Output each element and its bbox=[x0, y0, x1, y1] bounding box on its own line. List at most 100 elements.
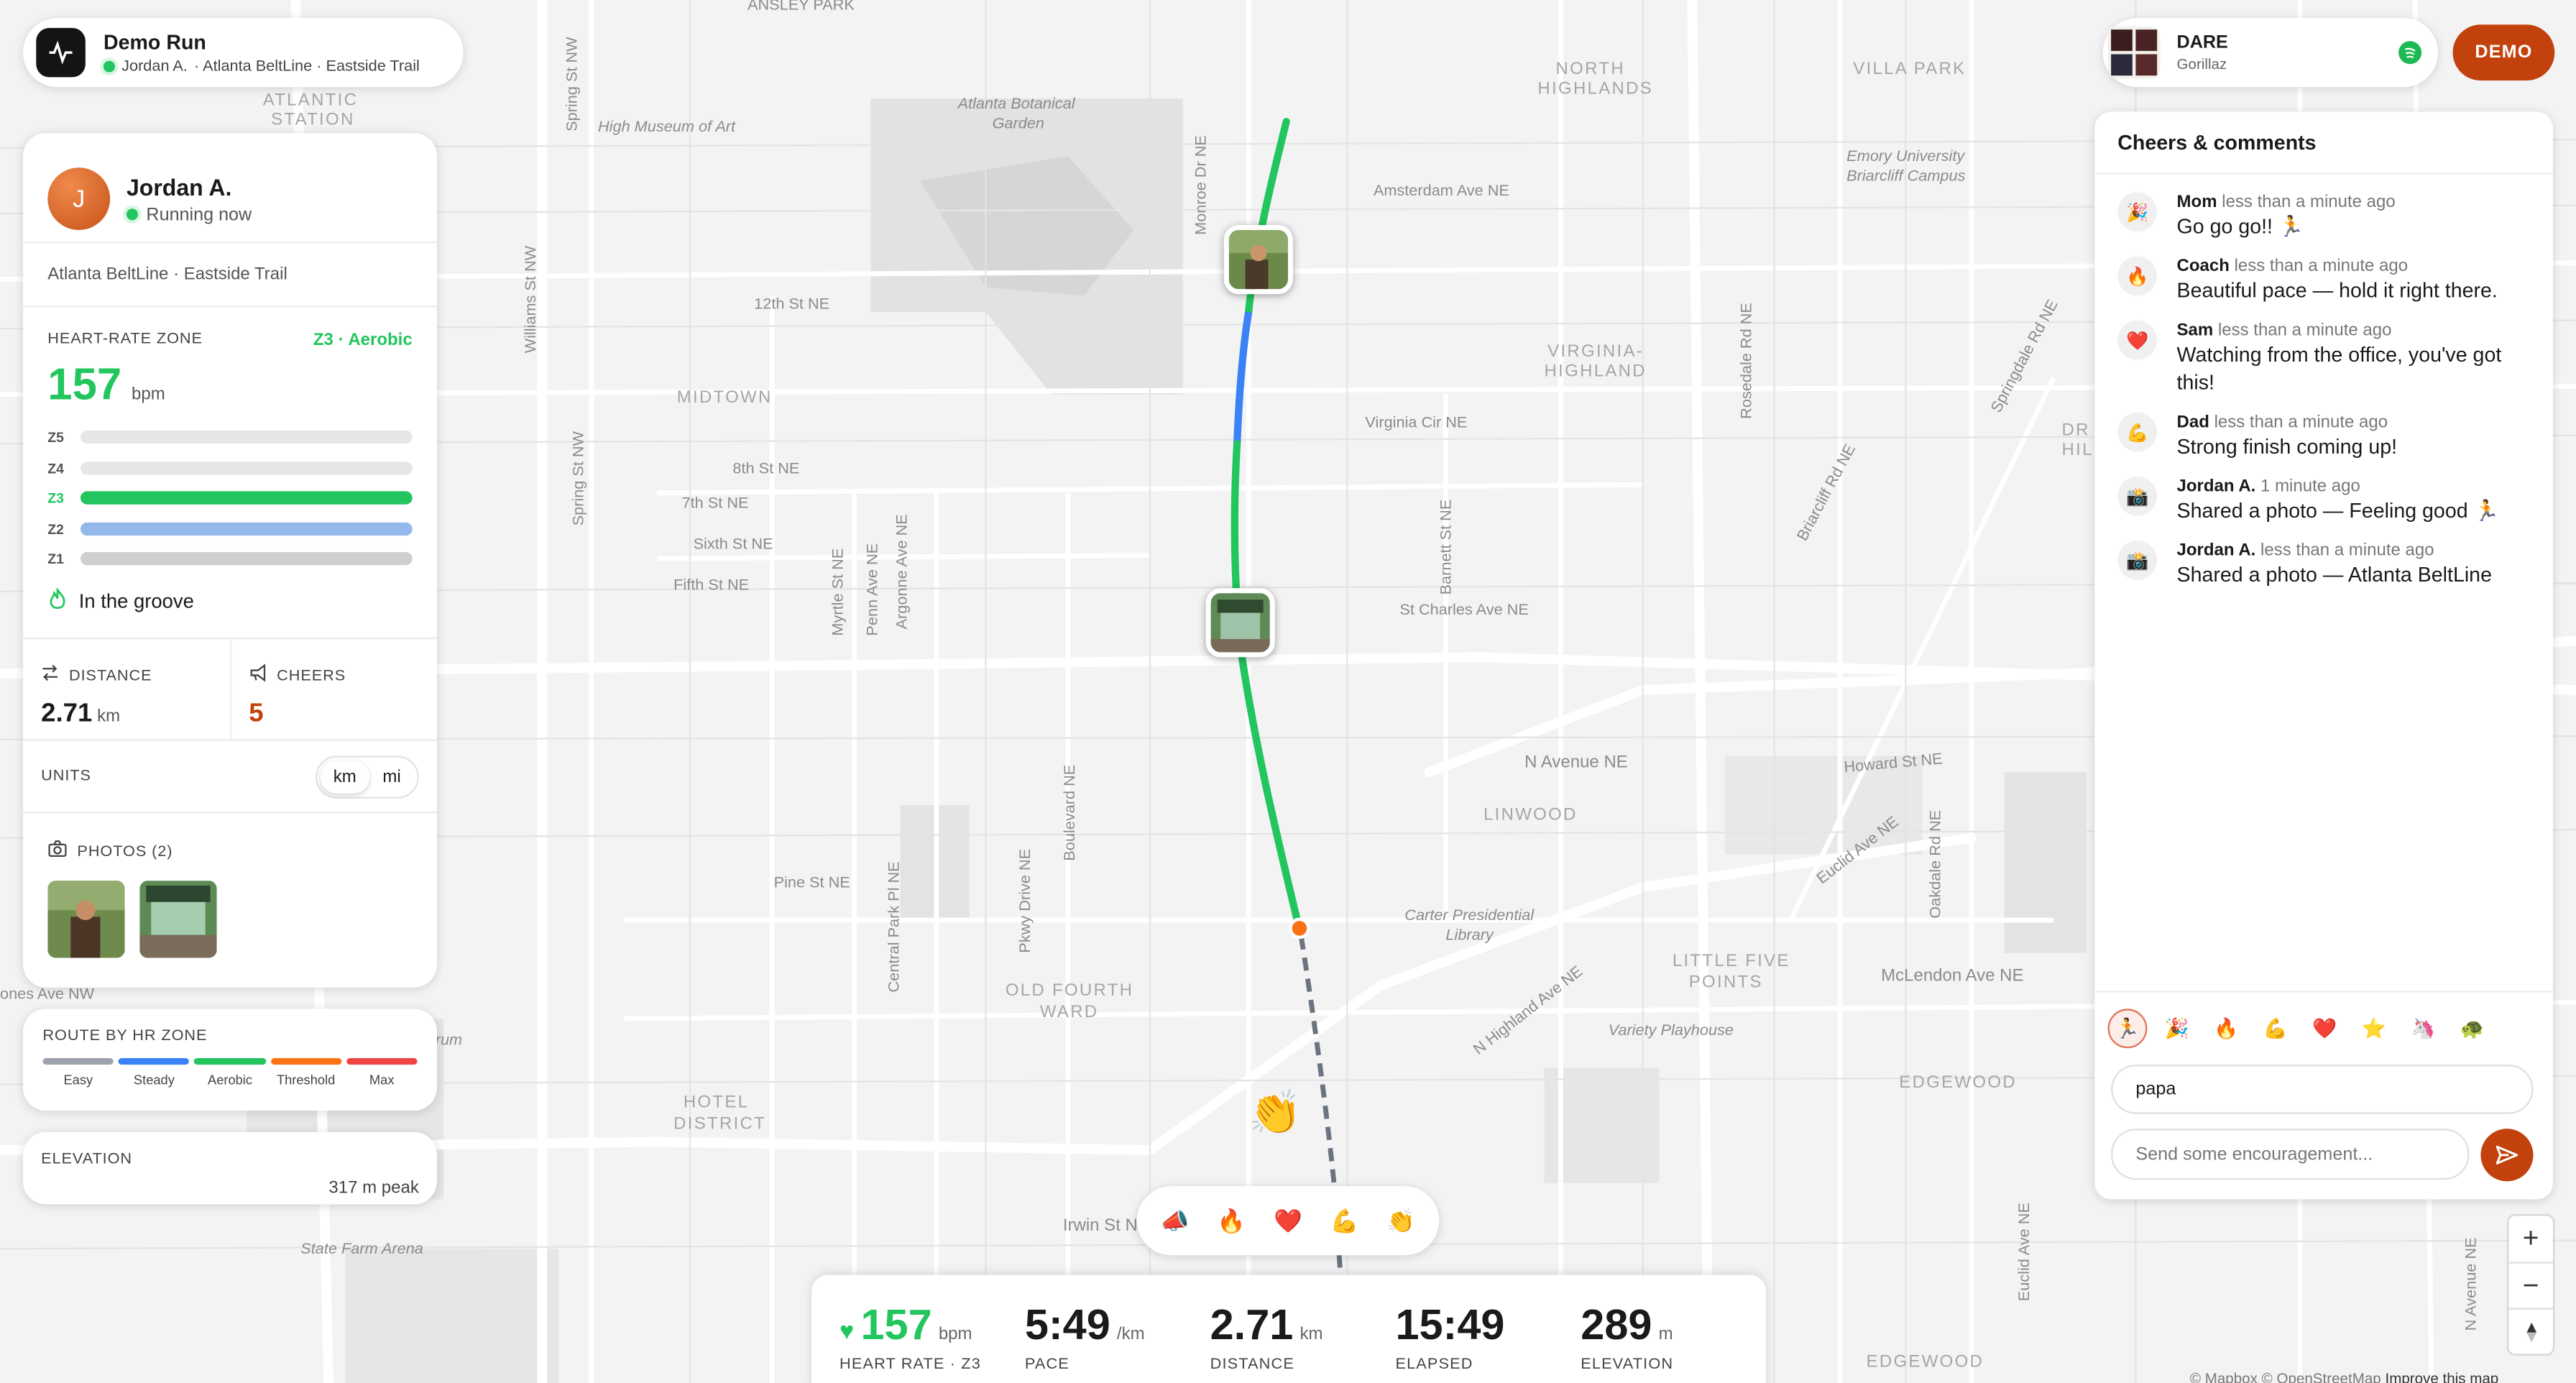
stat-value: 5:49 bbox=[1024, 1299, 1110, 1349]
emoji-option[interactable]: ⭐ bbox=[2354, 1008, 2393, 1048]
emoji-option[interactable]: 💪 bbox=[2255, 1008, 2295, 1048]
comment-item: 🎉 Mom less than a minute ago Go go go!! 🏃 bbox=[2094, 192, 2553, 242]
units-km-option[interactable]: km bbox=[320, 760, 370, 793]
photo-marker[interactable] bbox=[1205, 588, 1275, 658]
comment-emoji-icon: 🎉 bbox=[2117, 192, 2158, 232]
map-label: WARD bbox=[1039, 1002, 1099, 1022]
map-label: STATION bbox=[271, 110, 355, 130]
zoom-out-button[interactable]: − bbox=[2508, 1262, 2553, 1308]
comment-time: less than a minute ago bbox=[2214, 412, 2388, 433]
reaction-button[interactable]: 📣 bbox=[1161, 1207, 1190, 1235]
map-label: Williams St NW bbox=[522, 245, 540, 354]
comment-author: Dad bbox=[2176, 412, 2209, 433]
photo-thumbnail[interactable] bbox=[47, 881, 125, 958]
demo-badge[interactable]: DEMO bbox=[2452, 24, 2555, 81]
map-label: VIRGINIA- bbox=[1547, 341, 1644, 362]
comment-emoji-icon: ❤️ bbox=[2117, 320, 2158, 360]
comments-list: 🎉 Mom less than a minute ago Go go go!! 🏃 🔥… bbox=[2094, 174, 2553, 589]
route-zone-item: Steady bbox=[119, 1057, 190, 1088]
comment-text: Strong finish coming up! bbox=[2176, 435, 2398, 459]
zone-row: Z3 bbox=[47, 483, 413, 513]
live-stat: 5:49/km PACE bbox=[1025, 1300, 1210, 1383]
emoji-option[interactable]: 🦄 bbox=[2404, 1008, 2443, 1048]
emoji-option[interactable]: ❤️ bbox=[2305, 1008, 2345, 1048]
comment-text: Go go go!! 🏃 bbox=[2176, 215, 2304, 239]
distance-label: DISTANCE bbox=[68, 666, 152, 684]
comment-emoji-icon: 📸 bbox=[2117, 476, 2158, 516]
comment-text: Shared a photo — Atlanta BeltLine bbox=[2176, 563, 2492, 587]
map-label: HIGHLAND bbox=[1544, 361, 1647, 382]
now-playing[interactable]: DARE Gorillaz bbox=[2102, 18, 2438, 88]
emoji-option[interactable]: 🏃 bbox=[2107, 1008, 2148, 1049]
map-label: Carter Presidential bbox=[1404, 906, 1535, 925]
map-label: Barnett St NE bbox=[1437, 499, 1456, 595]
map-label: Penn Ave NE bbox=[864, 543, 883, 636]
name-input[interactable]: papa bbox=[2111, 1065, 2534, 1114]
map-label: HIL bbox=[2061, 440, 2094, 460]
camera-icon bbox=[47, 836, 67, 865]
units-label: UNITS bbox=[41, 767, 91, 786]
map-label: 12th St NE bbox=[754, 295, 830, 314]
reaction-button[interactable]: ❤️ bbox=[1274, 1207, 1302, 1235]
zone-label: Z1 bbox=[47, 551, 64, 568]
route-zone-name: Threshold bbox=[276, 1072, 336, 1088]
reaction-button[interactable]: 💪 bbox=[1330, 1207, 1359, 1235]
stat-label: ELAPSED bbox=[1395, 1355, 1473, 1374]
map-label: Argonne Ave NE bbox=[893, 514, 912, 630]
map-label: Central Park Pl NE bbox=[885, 861, 904, 993]
compass-button[interactable] bbox=[2508, 1308, 2553, 1354]
hr-zone-label: HEART-RATE ZONE bbox=[47, 330, 203, 349]
map-label: EDGEWOOD bbox=[1866, 1352, 1984, 1372]
zoom-in-button[interactable]: + bbox=[2508, 1216, 2553, 1262]
pulse-icon bbox=[36, 27, 86, 78]
track-artist: Gorillaz bbox=[2176, 55, 2227, 73]
live-stats-bar: ♥ 157 bpm HEART RATE · Z3 5:49/km PACE 2.71 km D… bbox=[811, 1274, 1767, 1383]
message-input[interactable]: Send some encouragement... bbox=[2111, 1129, 2470, 1180]
map-label: Virginia Cir NE bbox=[1365, 413, 1468, 433]
units-mi-option[interactable]: mi bbox=[369, 760, 414, 793]
improve-map-link[interactable]: Improve this map bbox=[2385, 1370, 2498, 1383]
photo-marker[interactable] bbox=[1223, 225, 1293, 295]
comment-time: less than a minute ago bbox=[2260, 540, 2434, 561]
comment-time: less than a minute ago bbox=[2234, 256, 2409, 276]
comments-title: Cheers & comments bbox=[2094, 111, 2553, 175]
comment-author: Jordan A. bbox=[2176, 540, 2256, 561]
zone-label: Z5 bbox=[47, 429, 64, 446]
reaction-button[interactable]: 👏 bbox=[1386, 1207, 1415, 1235]
route-zone-item: Threshold bbox=[270, 1057, 341, 1088]
units-toggle: km mi bbox=[315, 755, 419, 798]
map-label: HOTEL bbox=[683, 1092, 750, 1113]
zone-row: Z4 bbox=[47, 453, 413, 483]
comment-text: Watching from the office, you've got thi… bbox=[2176, 343, 2502, 395]
photo-thumbnail[interactable] bbox=[139, 881, 217, 958]
route-zone-name: Easy bbox=[63, 1072, 93, 1088]
map-label: NORTH bbox=[1555, 59, 1625, 79]
zone-label: Z3 bbox=[47, 490, 64, 507]
zone-bar bbox=[80, 491, 413, 505]
album-art bbox=[2107, 26, 2161, 79]
zone-label: Z2 bbox=[47, 520, 64, 537]
send-icon bbox=[2496, 1145, 2518, 1164]
map-label: Spring St NW bbox=[563, 37, 582, 132]
send-button[interactable] bbox=[2480, 1129, 2534, 1182]
emoji-option[interactable]: 🐢 bbox=[2453, 1008, 2493, 1048]
stat-label: HEART RATE · Z3 bbox=[839, 1355, 981, 1374]
comment-emoji-icon: 🔥 bbox=[2117, 256, 2158, 296]
map-label: Variety Playhouse bbox=[1608, 1021, 1734, 1040]
route-zone-bars: Easy Steady Aerobic Threshold Max bbox=[42, 1057, 418, 1088]
map-label: 8th St NE bbox=[732, 459, 800, 479]
comment-text: Beautiful pace — hold it right there. bbox=[2176, 279, 2498, 303]
clap-animation-icon: 👏 bbox=[1248, 1088, 1302, 1137]
emoji-option[interactable]: 🎉 bbox=[2157, 1008, 2196, 1048]
runner-status: Running now bbox=[146, 204, 252, 224]
heart-icon: ♥ bbox=[839, 1318, 855, 1346]
map-label: 7th St NE bbox=[681, 494, 749, 513]
stat-label: PACE bbox=[1024, 1355, 1070, 1374]
reaction-button[interactable]: 🔥 bbox=[1217, 1207, 1246, 1235]
elevation-peak: 317 m peak bbox=[328, 1177, 419, 1198]
route-zone-swatch bbox=[119, 1057, 190, 1065]
emoji-option[interactable]: 🔥 bbox=[2207, 1008, 2246, 1048]
photos-label: PHOTOS (2) bbox=[77, 842, 173, 860]
map-label: Briarcliff Campus bbox=[1846, 167, 1966, 186]
route-zone-name: Steady bbox=[133, 1072, 175, 1088]
